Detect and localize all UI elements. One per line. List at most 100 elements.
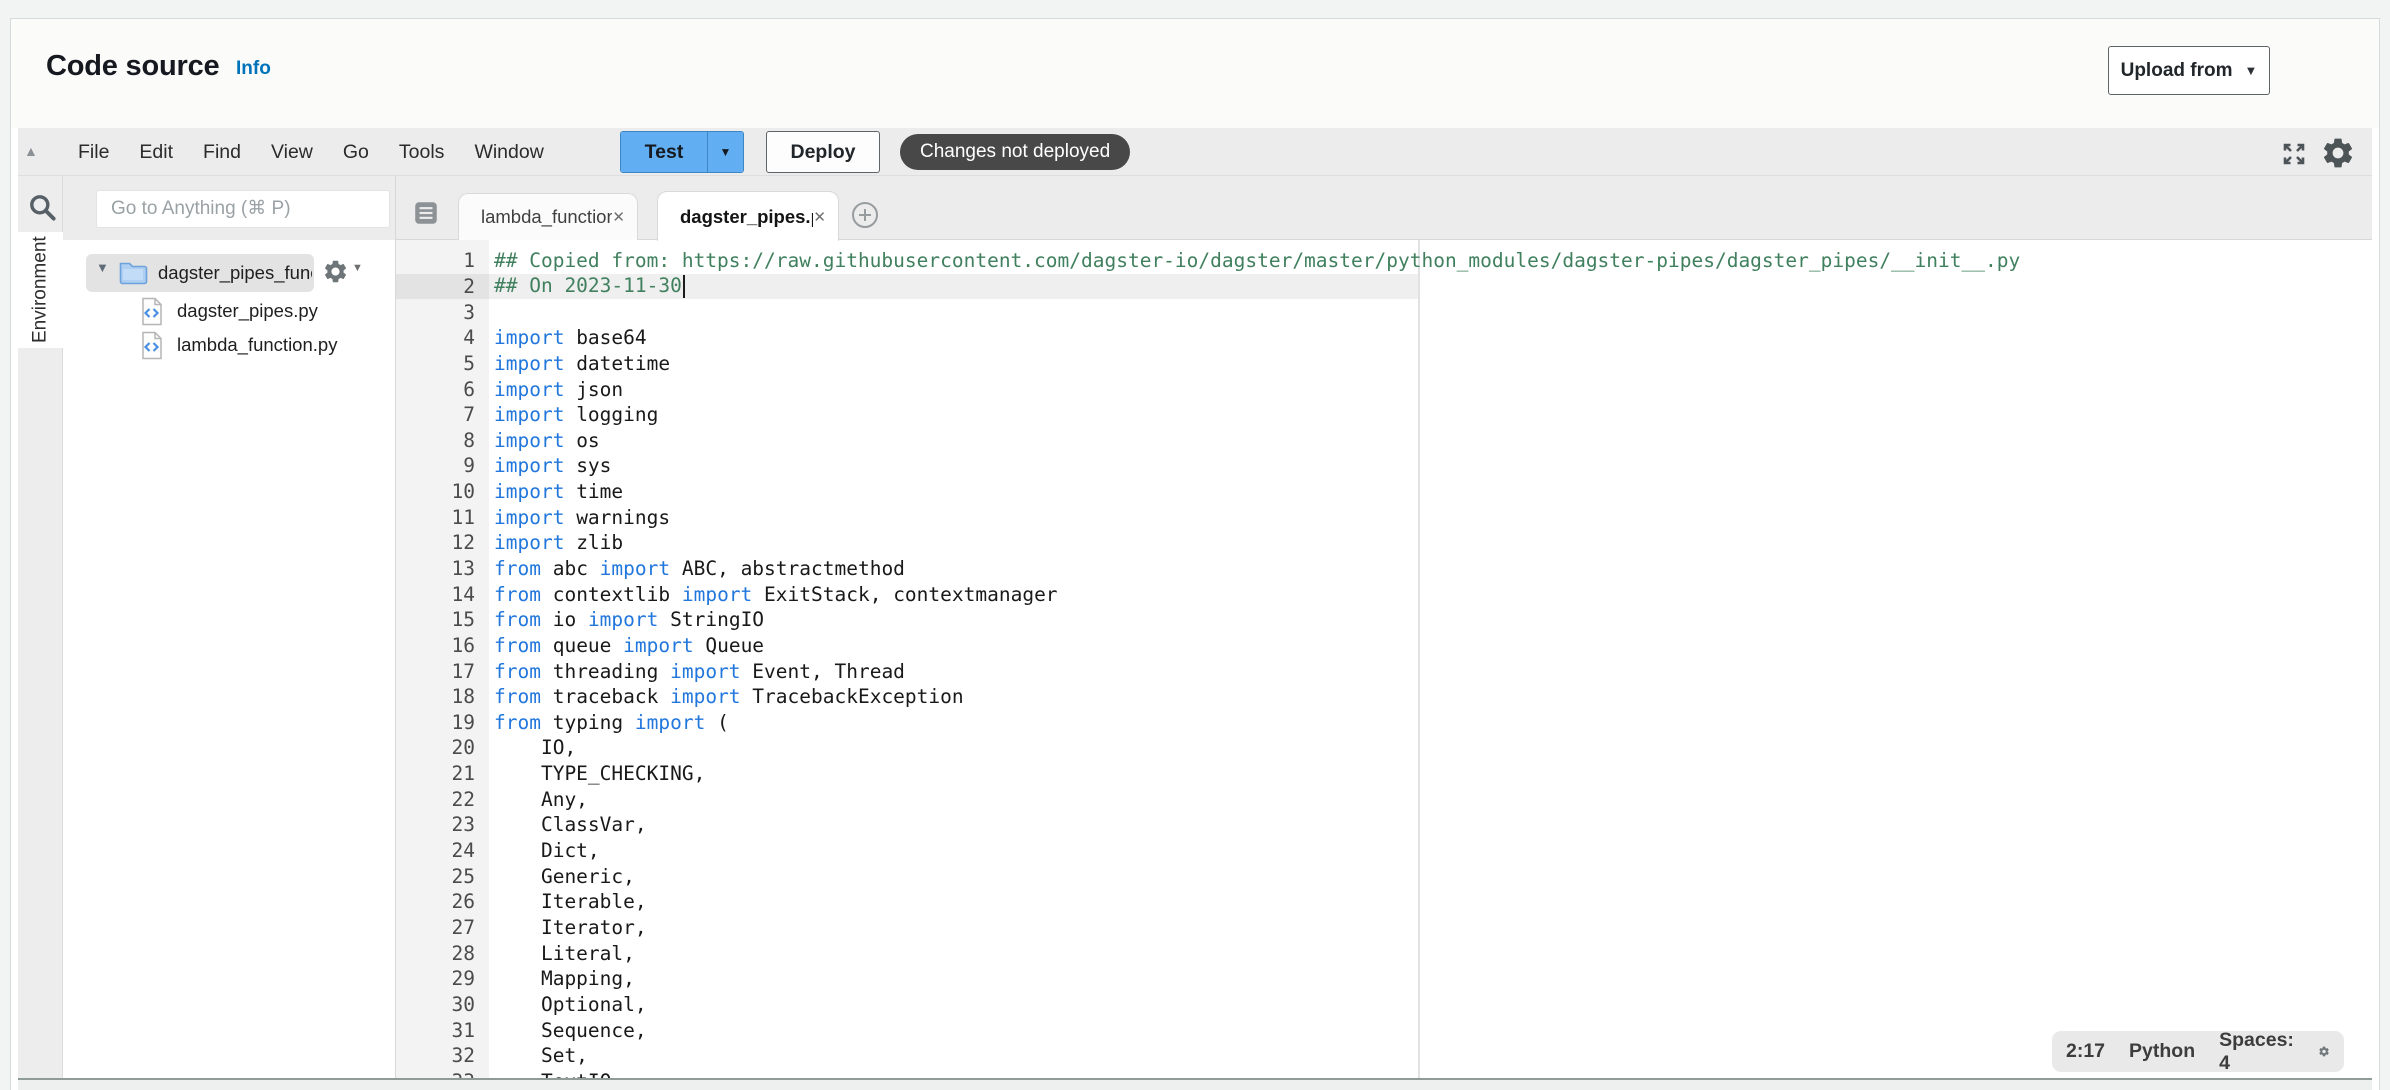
test-split-button: Test ▼	[620, 131, 744, 173]
line-number: 7	[396, 403, 475, 426]
upload-from-button[interactable]: Upload from ▼	[2108, 46, 2270, 95]
code-line: 7import logging	[396, 402, 2020, 428]
new-tab-plus-icon[interactable]	[850, 200, 880, 230]
line-number: 10	[396, 480, 475, 503]
line-number: 30	[396, 993, 475, 1016]
test-button[interactable]: Test	[621, 132, 707, 172]
menu-list: File Edit Find View Go Tools Window	[78, 128, 544, 176]
menu-find[interactable]: Find	[203, 141, 241, 164]
line-number: 26	[396, 890, 475, 913]
info-link[interactable]: Info	[236, 58, 271, 80]
line-number: 28	[396, 942, 475, 965]
code-line: 20 IO,	[396, 735, 2020, 761]
code-line: 19from typing import (	[396, 710, 2020, 736]
menu-tools[interactable]: Tools	[399, 141, 445, 164]
tree-file-dagster-pipes[interactable]: dagster_pipes.py	[140, 294, 390, 328]
line-number: 3	[396, 301, 475, 324]
code-line: 8import os	[396, 427, 2020, 453]
line-number: 19	[396, 711, 475, 734]
menu-view[interactable]: View	[271, 141, 313, 164]
line-number: 13	[396, 557, 475, 580]
code-line: 18from traceback import TracebackExcepti…	[396, 684, 2020, 710]
search-icon[interactable]	[27, 192, 59, 224]
line-number: 24	[396, 839, 475, 862]
code-line: 30 Optional,	[396, 992, 2020, 1018]
code-line: 6import json	[396, 376, 2020, 402]
code-line: 13from abc import ABC, abstractmethod	[396, 556, 2020, 582]
tree-folder-label: dagster_pipes_funct	[158, 262, 312, 284]
code-line: 24 Dict,	[396, 838, 2020, 864]
go-to-anything-input[interactable]	[96, 190, 390, 228]
folder-icon	[118, 259, 148, 286]
line-number: 8	[396, 429, 475, 452]
code-line: 11import warnings	[396, 504, 2020, 530]
code-line: 22 Any,	[396, 786, 2020, 812]
open-files-list-icon[interactable]	[412, 199, 440, 227]
code-line: 29 Mapping,	[396, 966, 2020, 992]
code-line: 17from threading import Event, Thread	[396, 658, 2020, 684]
line-number: 27	[396, 916, 475, 939]
python-file-icon	[140, 297, 164, 326]
statusbar-gear-icon[interactable]	[2318, 1038, 2330, 1065]
line-number: 1	[396, 249, 475, 272]
file-tree-panel	[63, 240, 395, 1078]
code-line: 9import sys	[396, 453, 2020, 479]
line-number: 32	[396, 1044, 475, 1067]
code-line: 25 Generic,	[396, 863, 2020, 889]
text-cursor	[683, 275, 686, 298]
environment-label: Environment	[18, 232, 63, 348]
line-number: 5	[396, 352, 475, 375]
close-tab-icon[interactable]: ✕	[612, 208, 625, 226]
code-line: 28 Literal,	[396, 940, 2020, 966]
code-line: 3	[396, 299, 2020, 325]
language-mode[interactable]: Python	[2129, 1040, 2195, 1063]
collapse-panel-icon[interactable]: ▲	[24, 143, 38, 159]
line-number: 21	[396, 762, 475, 785]
test-dropdown-button[interactable]: ▼	[707, 132, 743, 172]
card-header	[11, 19, 2379, 128]
cursor-position[interactable]: 2:17	[2066, 1040, 2105, 1063]
tree-settings-gear-icon[interactable]	[322, 258, 349, 285]
line-number: 17	[396, 660, 475, 683]
menu-go[interactable]: Go	[343, 141, 369, 164]
line-number: 11	[396, 506, 475, 529]
fullscreen-icon[interactable]	[2280, 140, 2308, 168]
code-line: 12import zlib	[396, 530, 2020, 556]
code-line: 15from io import StringIO	[396, 607, 2020, 633]
line-number: 6	[396, 378, 475, 401]
code-line: 31 Sequence,	[396, 1017, 2020, 1043]
line-number: 9	[396, 454, 475, 477]
indent-setting[interactable]: Spaces: 4	[2219, 1029, 2294, 1075]
code-line: 16from queue import Queue	[396, 633, 2020, 659]
code-line: 10import time	[396, 479, 2020, 505]
code-line: 32 Set,	[396, 1043, 2020, 1069]
changes-not-deployed-badge: Changes not deployed	[900, 134, 1130, 170]
line-number: 2	[396, 275, 475, 298]
page-title: Code source	[46, 50, 219, 83]
folder-expand-caret-icon[interactable]: ▼	[96, 260, 109, 275]
line-number: 29	[396, 967, 475, 990]
menu-window[interactable]: Window	[474, 141, 543, 164]
ide-bottom-bar	[18, 1078, 2372, 1090]
code-line: 26 Iterable,	[396, 889, 2020, 915]
code-line: 21 TYPE_CHECKING,	[396, 761, 2020, 787]
deploy-button[interactable]: Deploy	[766, 131, 880, 173]
line-number: 12	[396, 531, 475, 554]
file-label: dagster_pipes.py	[177, 300, 318, 322]
line-number: 18	[396, 685, 475, 708]
tab-lambda-function[interactable]: lambda_function. ✕	[458, 193, 638, 240]
menu-edit[interactable]: Edit	[139, 141, 173, 164]
chevron-down-icon: ▼	[2245, 63, 2258, 78]
code-line: 2## On 2023-11-30	[396, 274, 2020, 300]
python-file-icon	[140, 331, 164, 360]
tree-file-lambda-function[interactable]: lambda_function.py	[140, 328, 390, 362]
code-line: 27 Iterator,	[396, 915, 2020, 941]
code-line: 23 ClassVar,	[396, 812, 2020, 838]
menu-file[interactable]: File	[78, 141, 109, 164]
lambda-code-source-page: Code source Info Upload from ▼ ▲ File Ed…	[0, 0, 2390, 1090]
ide-settings-gear-icon[interactable]	[2320, 135, 2356, 171]
tree-settings-caret-icon[interactable]: ▼	[352, 262, 363, 274]
tab-dagster-pipes[interactable]: dagster_pipes.py ✕	[657, 191, 839, 241]
close-tab-icon[interactable]: ✕	[813, 208, 826, 226]
line-number: 25	[396, 865, 475, 888]
